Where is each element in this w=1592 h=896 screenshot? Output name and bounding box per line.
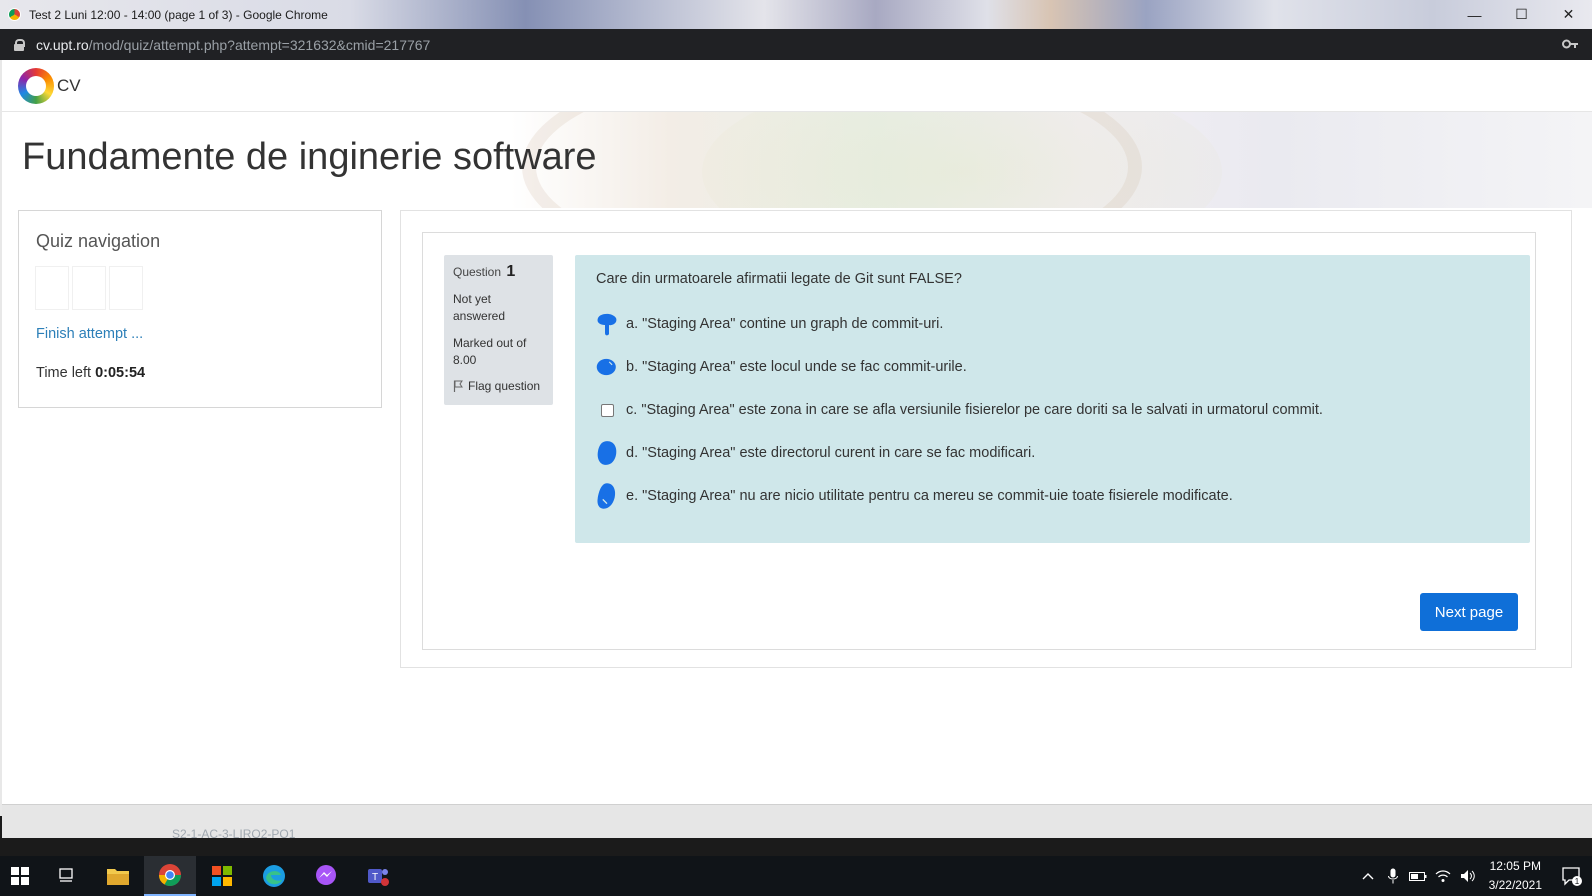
answer-e-text: "Staging Area" nu are nicio utilitate pe…	[642, 488, 1233, 504]
file-explorer-icon[interactable]	[92, 856, 144, 896]
site-name[interactable]: CV	[57, 76, 81, 96]
question-content: Care din urmatoarele afirmatii legate de…	[575, 255, 1530, 543]
finish-attempt-link[interactable]: Finish attempt ...	[36, 326, 143, 342]
pen-mark-icon	[597, 483, 616, 509]
question-number: Question 1	[453, 263, 544, 281]
answer-d-text: "Staging Area" este directorul curent in…	[642, 445, 1036, 461]
question-label: Question	[453, 265, 502, 279]
answer-a-checkbox[interactable]	[596, 313, 618, 336]
taskbar-clock[interactable]: 12:05 PM 3/22/2021	[1489, 857, 1542, 895]
answer-option-b[interactable]: b. "Staging Area" este locul unde se fac…	[596, 354, 967, 380]
microphone-icon[interactable]	[1381, 856, 1406, 896]
answer-d-checkbox[interactable]	[596, 441, 618, 465]
task-view-icon[interactable]	[40, 856, 92, 896]
main-region: Question 1 Not yet answered Marked out o…	[400, 210, 1572, 668]
answer-a-text: "Staging Area" contine un graph de commi…	[642, 316, 944, 332]
url-path: /mod/quiz/attempt.php?attempt=321632&cmi…	[88, 36, 431, 53]
question-number-value: 1	[506, 263, 516, 280]
office-icon[interactable]	[196, 856, 248, 896]
question-nav-button-1[interactable]	[36, 267, 68, 309]
flag-question-button[interactable]: Flag question	[453, 379, 544, 393]
answer-option-d[interactable]: d. "Staging Area" este directorul curent…	[596, 440, 1035, 466]
pen-mark-icon	[596, 358, 616, 376]
web-page: CV Fundamente de inginerie software Quiz…	[0, 60, 1592, 841]
notification-center-icon[interactable]: 1	[1552, 856, 1592, 896]
chevron-up-icon[interactable]	[1356, 856, 1381, 896]
answer-e-checkbox[interactable]	[596, 483, 618, 509]
edge-icon[interactable]	[248, 856, 300, 896]
quiz-navigation-title: Quiz navigation	[36, 231, 161, 251]
minimize-button[interactable]: —	[1451, 0, 1498, 29]
answer-b-text: "Staging Area" este locul unde se fac co…	[642, 359, 967, 375]
question-nav-button-3[interactable]	[110, 267, 142, 309]
address-bar[interactable]: cv.upt.ro/mod/quiz/attempt.php?attempt=3…	[0, 29, 1592, 60]
url-host: cv.upt.ro	[36, 36, 89, 53]
window-title: Test 2 Luni 12:00 - 14:00 (page 1 of 3) …	[29, 7, 328, 22]
header-decoration-glow	[702, 112, 1222, 208]
page-title: Fundamente de inginerie software	[22, 136, 597, 178]
answer-option-c[interactable]: c. "Staging Area" este zona in care se a…	[596, 397, 1323, 423]
wifi-icon[interactable]	[1431, 856, 1456, 896]
close-button[interactable]: ✕	[1545, 0, 1592, 29]
footer-partial-text: S2-1-AC-3-LIRO2-PO1	[172, 827, 296, 841]
content-area: Quiz navigation Finish attempt ... Time …	[2, 208, 1592, 804]
clock-date: 3/22/2021	[1488, 878, 1542, 892]
site-logo-icon[interactable]	[18, 67, 54, 104]
pen-mark-icon	[597, 313, 617, 336]
answer-b-letter: b.	[626, 359, 639, 375]
battery-icon[interactable]	[1406, 856, 1431, 896]
answer-a-letter: a.	[626, 316, 639, 332]
clock-time: 12:05 PM	[1489, 859, 1541, 873]
answer-option-a[interactable]: a. "Staging Area" contine un graph de co…	[596, 311, 943, 337]
question-nav-button-2[interactable]	[73, 267, 105, 309]
volume-icon[interactable]	[1456, 856, 1481, 896]
url-text[interactable]: cv.upt.ro/mod/quiz/attempt.php?attempt=3…	[36, 37, 430, 53]
chrome-icon	[8, 8, 21, 21]
pen-mark-icon	[597, 441, 617, 465]
lock-icon[interactable]	[14, 38, 25, 51]
site-navbar: CV	[2, 60, 1592, 112]
answer-c-letter: c.	[626, 402, 638, 418]
notification-count: 1	[1575, 877, 1580, 886]
question-info: Question 1 Not yet answered Marked out o…	[444, 255, 553, 405]
quiz-navigation-block: Quiz navigation Finish attempt ... Time …	[18, 210, 382, 408]
answer-d-letter: d.	[626, 445, 639, 461]
answer-option-e[interactable]: e. "Staging Area" nu are nicio utilitate…	[596, 483, 1233, 509]
svg-text:T: T	[372, 872, 378, 883]
answer-b-checkbox[interactable]	[596, 356, 618, 378]
answer-e-letter: e.	[626, 488, 639, 504]
answer-c-checkbox[interactable]	[596, 399, 618, 421]
flag-icon	[453, 380, 463, 392]
checkbox-box[interactable]	[600, 403, 614, 417]
answer-c-text: "Staging Area" este zona in care se afla…	[641, 402, 1323, 418]
windows-taskbar: T 12:05 PM 3/22/2021 1	[0, 856, 1592, 896]
windows-start-icon[interactable]	[0, 856, 40, 896]
question-grade: Marked out of 8.00	[453, 336, 527, 367]
question-nav-buttons	[36, 267, 142, 309]
page-footer-bar: S2-1-AC-3-LIRO2-PO1	[2, 804, 1592, 841]
time-left-value: 0:05:54	[95, 365, 146, 381]
window-controls: — ☐ ✕	[1451, 0, 1592, 29]
maximize-button[interactable]: ☐	[1498, 0, 1545, 29]
quiz-form: Question 1 Not yet answered Marked out o…	[422, 232, 1536, 650]
messenger-icon[interactable]	[300, 856, 352, 896]
next-page-button[interactable]: Next page	[1420, 593, 1518, 631]
browser-title-bar: Test 2 Luni 12:00 - 14:00 (page 1 of 3) …	[0, 0, 1592, 29]
chrome-taskbar-icon[interactable]	[144, 856, 196, 896]
teams-icon[interactable]: T	[352, 856, 404, 896]
flag-question-label: Flag question	[468, 379, 541, 393]
question-text: Care din urmatoarele afirmatii legate de…	[596, 271, 962, 287]
system-tray: 12:05 PM 3/22/2021 1	[1356, 856, 1592, 896]
page-header: Fundamente de inginerie software	[2, 112, 1592, 208]
time-left-label: Time left	[36, 365, 92, 381]
question-status: Not yet answered	[453, 292, 506, 323]
key-icon[interactable]	[1562, 37, 1578, 51]
time-left: Time left 0:05:54	[36, 365, 145, 381]
